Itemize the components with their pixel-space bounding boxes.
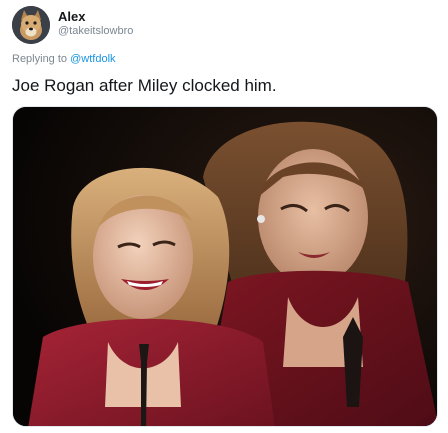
reply-prefix: Replying to xyxy=(12,53,68,65)
user-avatar[interactable] xyxy=(12,6,50,44)
tweet-text: Joe Rogan after Miley clocked him. xyxy=(12,76,277,95)
tweet-photo[interactable] xyxy=(12,106,438,427)
user-display-name[interactable]: Alex xyxy=(58,9,85,24)
reply-mention-link[interactable]: @wtfdolk xyxy=(70,53,115,65)
photo-image xyxy=(13,107,437,426)
user-handle[interactable]: @takeitslowbro xyxy=(58,25,133,38)
reply-context: Replying to @wtfdolk xyxy=(12,53,116,66)
tweet-card: Alex @takeitslowbro Replying to @wtfdolk… xyxy=(0,0,448,433)
dog-avatar-icon xyxy=(12,6,50,44)
